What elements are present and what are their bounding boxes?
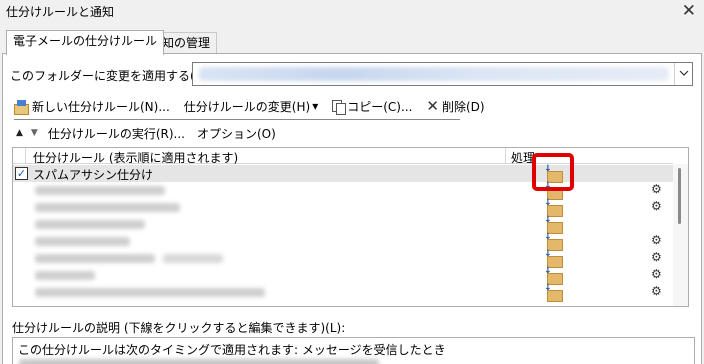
title-bar: 仕分けルールと通知 ✕ — [0, 0, 704, 26]
rule-row[interactable]: ⚙ — [13, 198, 673, 217]
folder-label: このフォルダーに変更を適用する(F): — [10, 69, 211, 83]
move-to-folder-icon — [544, 198, 563, 217]
rule-row[interactable]: ⚙ — [13, 249, 673, 268]
blurred-rule-name — [35, 220, 145, 229]
new-rule-button[interactable]: 新しい仕分けルール(N)... — [14, 98, 170, 115]
tab-email-rules[interactable]: 電子メールの仕分けルール — [6, 30, 165, 55]
column-rule-header[interactable]: 仕分けルール (表示順に適用されます) — [33, 149, 238, 166]
folder-dropdown[interactable] — [192, 62, 693, 86]
copy-icon — [332, 99, 347, 115]
delete-label: 削除(D) — [441, 99, 485, 114]
scrollbar-thumb[interactable] — [678, 168, 681, 224]
header-separator — [505, 148, 506, 164]
rule-row[interactable]: ✓ スパムアサシン仕分け — [13, 164, 673, 183]
run-rules-button[interactable]: 仕分けルールの実行(R)... — [48, 125, 185, 142]
new-rule-icon — [14, 99, 29, 115]
run-row: ▲ ▼ 仕分けルールの実行(R)... オプション(O) — [16, 124, 276, 142]
description-label: 仕分けルールの説明 (下線をクリックすると編集できます)(L): — [12, 321, 346, 335]
move-down-icon[interactable]: ▼ — [31, 128, 38, 138]
rule-tools-icon: ⚙ — [651, 250, 662, 264]
blurred-rule-name — [35, 203, 180, 212]
description-box[interactable]: この仕分けルールは次のタイミングで適用されます: メッセージを受信したとき — [12, 337, 695, 364]
toolbar-divider — [14, 119, 460, 120]
move-to-folder-icon — [544, 283, 563, 302]
blurred-rule-name — [35, 186, 165, 195]
folder-value-blurred — [199, 67, 669, 81]
rule-tools-icon: ⚙ — [651, 182, 662, 196]
delete-icon: ✕ — [426, 97, 439, 115]
rule-name: スパムアサシン仕分け — [33, 168, 154, 182]
blurred-rule-name — [163, 254, 223, 263]
move-to-folder-icon — [544, 249, 563, 268]
change-rule-label: 仕分けルールの変更(H) — [183, 99, 311, 114]
move-to-folder-icon — [544, 266, 563, 285]
list-header: 仕分けルール (表示順に適用されます) 処理 — [13, 148, 673, 166]
scrollbar[interactable] — [673, 164, 688, 306]
rule-tools-icon: ⚙ — [651, 233, 662, 247]
delete-button[interactable]: ✕ 削除(D) — [426, 98, 484, 115]
rules-list[interactable]: 仕分けルール (表示順に適用されます) 処理 ✓ スパムアサシン仕分け ⚙ ⚙ … — [12, 147, 689, 307]
copy-button[interactable]: コピー(C)... — [332, 98, 412, 115]
rule-checkbox[interactable]: ✓ — [15, 167, 28, 180]
tab-strip: 電子メールの仕分けルール 通知の管理 — [0, 30, 704, 55]
rule-row[interactable]: ⚙ — [13, 181, 673, 200]
rule-tools-icon: ⚙ — [651, 284, 662, 298]
blurred-rule-name — [35, 271, 95, 280]
move-up-icon[interactable]: ▲ — [16, 128, 23, 138]
highlight-box — [532, 153, 574, 191]
blurred-rule-name — [35, 254, 155, 263]
blurred-rule-name — [35, 288, 265, 297]
move-to-folder-icon — [544, 232, 563, 251]
rule-row[interactable] — [13, 215, 673, 234]
rule-row[interactable]: ⚙ — [13, 283, 673, 302]
options-button[interactable]: オプション(O) — [197, 125, 276, 142]
change-rule-button[interactable]: 仕分けルールの変更(H) ▾ — [184, 98, 318, 115]
move-to-folder-icon — [544, 215, 563, 234]
dropdown-arrow-icon: ▾ — [312, 99, 319, 113]
description-line: この仕分けルールは次のタイミングで適用されます: メッセージを受信したとき — [18, 343, 446, 357]
header-gutter — [25, 148, 26, 164]
copy-label: コピー(C)... — [347, 99, 413, 114]
rule-tools-icon: ⚙ — [651, 199, 662, 213]
rule-tools-icon: ⚙ — [651, 267, 662, 281]
rules-toolbar: 新しい仕分けルール(N)... 仕分けルールの変更(H) ▾ コピー(C)...… — [14, 95, 499, 117]
window-title: 仕分けルールと通知 — [6, 5, 115, 19]
new-rule-label: 新しい仕分けルール(N)... — [32, 99, 170, 114]
chevron-down-icon[interactable] — [674, 63, 692, 85]
blurred-description-line — [19, 359, 379, 364]
rule-row[interactable]: ⚙ — [13, 232, 673, 251]
blurred-rule-name — [35, 237, 130, 246]
close-icon[interactable]: ✕ — [682, 0, 696, 22]
rule-row[interactable]: ⚙ — [13, 266, 673, 285]
